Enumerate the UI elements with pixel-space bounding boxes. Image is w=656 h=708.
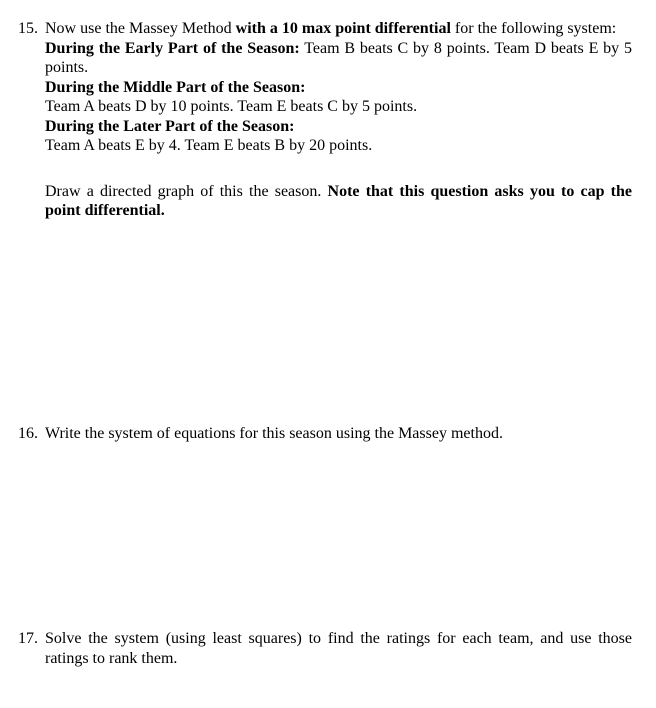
instruction-text: Draw a directed graph of this the season… (45, 182, 328, 200)
question-15: 15. Now use the Massey Method with a 10 … (18, 19, 632, 221)
period-results: Team A beats E by 4. Team E beats B by 2… (45, 137, 373, 154)
period-heading: During the Middle Part of the Season: (45, 78, 306, 96)
question-text: Write the system of equations for this s… (45, 425, 503, 442)
period-middle: During the Middle Part of the Season: Te… (45, 78, 632, 117)
period-later: During the Later Part of the Season: Tea… (45, 117, 632, 156)
intro-emphasis: with a 10 max point differential (235, 20, 451, 37)
question-number: 17. (18, 630, 38, 647)
question-intro: Now use the Massey Method with a 10 max … (45, 19, 632, 39)
question-text: Solve the system (using least squares) t… (45, 630, 632, 667)
question-16: 16. Write the system of equations for th… (18, 424, 632, 444)
intro-text-end: for the following system: (450, 20, 617, 37)
question-number: 16. (18, 425, 38, 442)
question-instruction: Draw a directed graph of this the season… (45, 182, 632, 221)
question-number: 15. (18, 20, 38, 37)
period-results: Team A beats D by 10 points. Team E beat… (45, 98, 418, 115)
period-heading: During the Early Part of the Season: (45, 39, 300, 57)
intro-text: Now use the Massey Method (45, 20, 236, 37)
question-17: 17. Solve the system (using least square… (18, 629, 632, 668)
period-heading: During the Later Part of the Season: (45, 117, 295, 135)
period-early: During the Early Part of the Season: Tea… (45, 39, 632, 78)
